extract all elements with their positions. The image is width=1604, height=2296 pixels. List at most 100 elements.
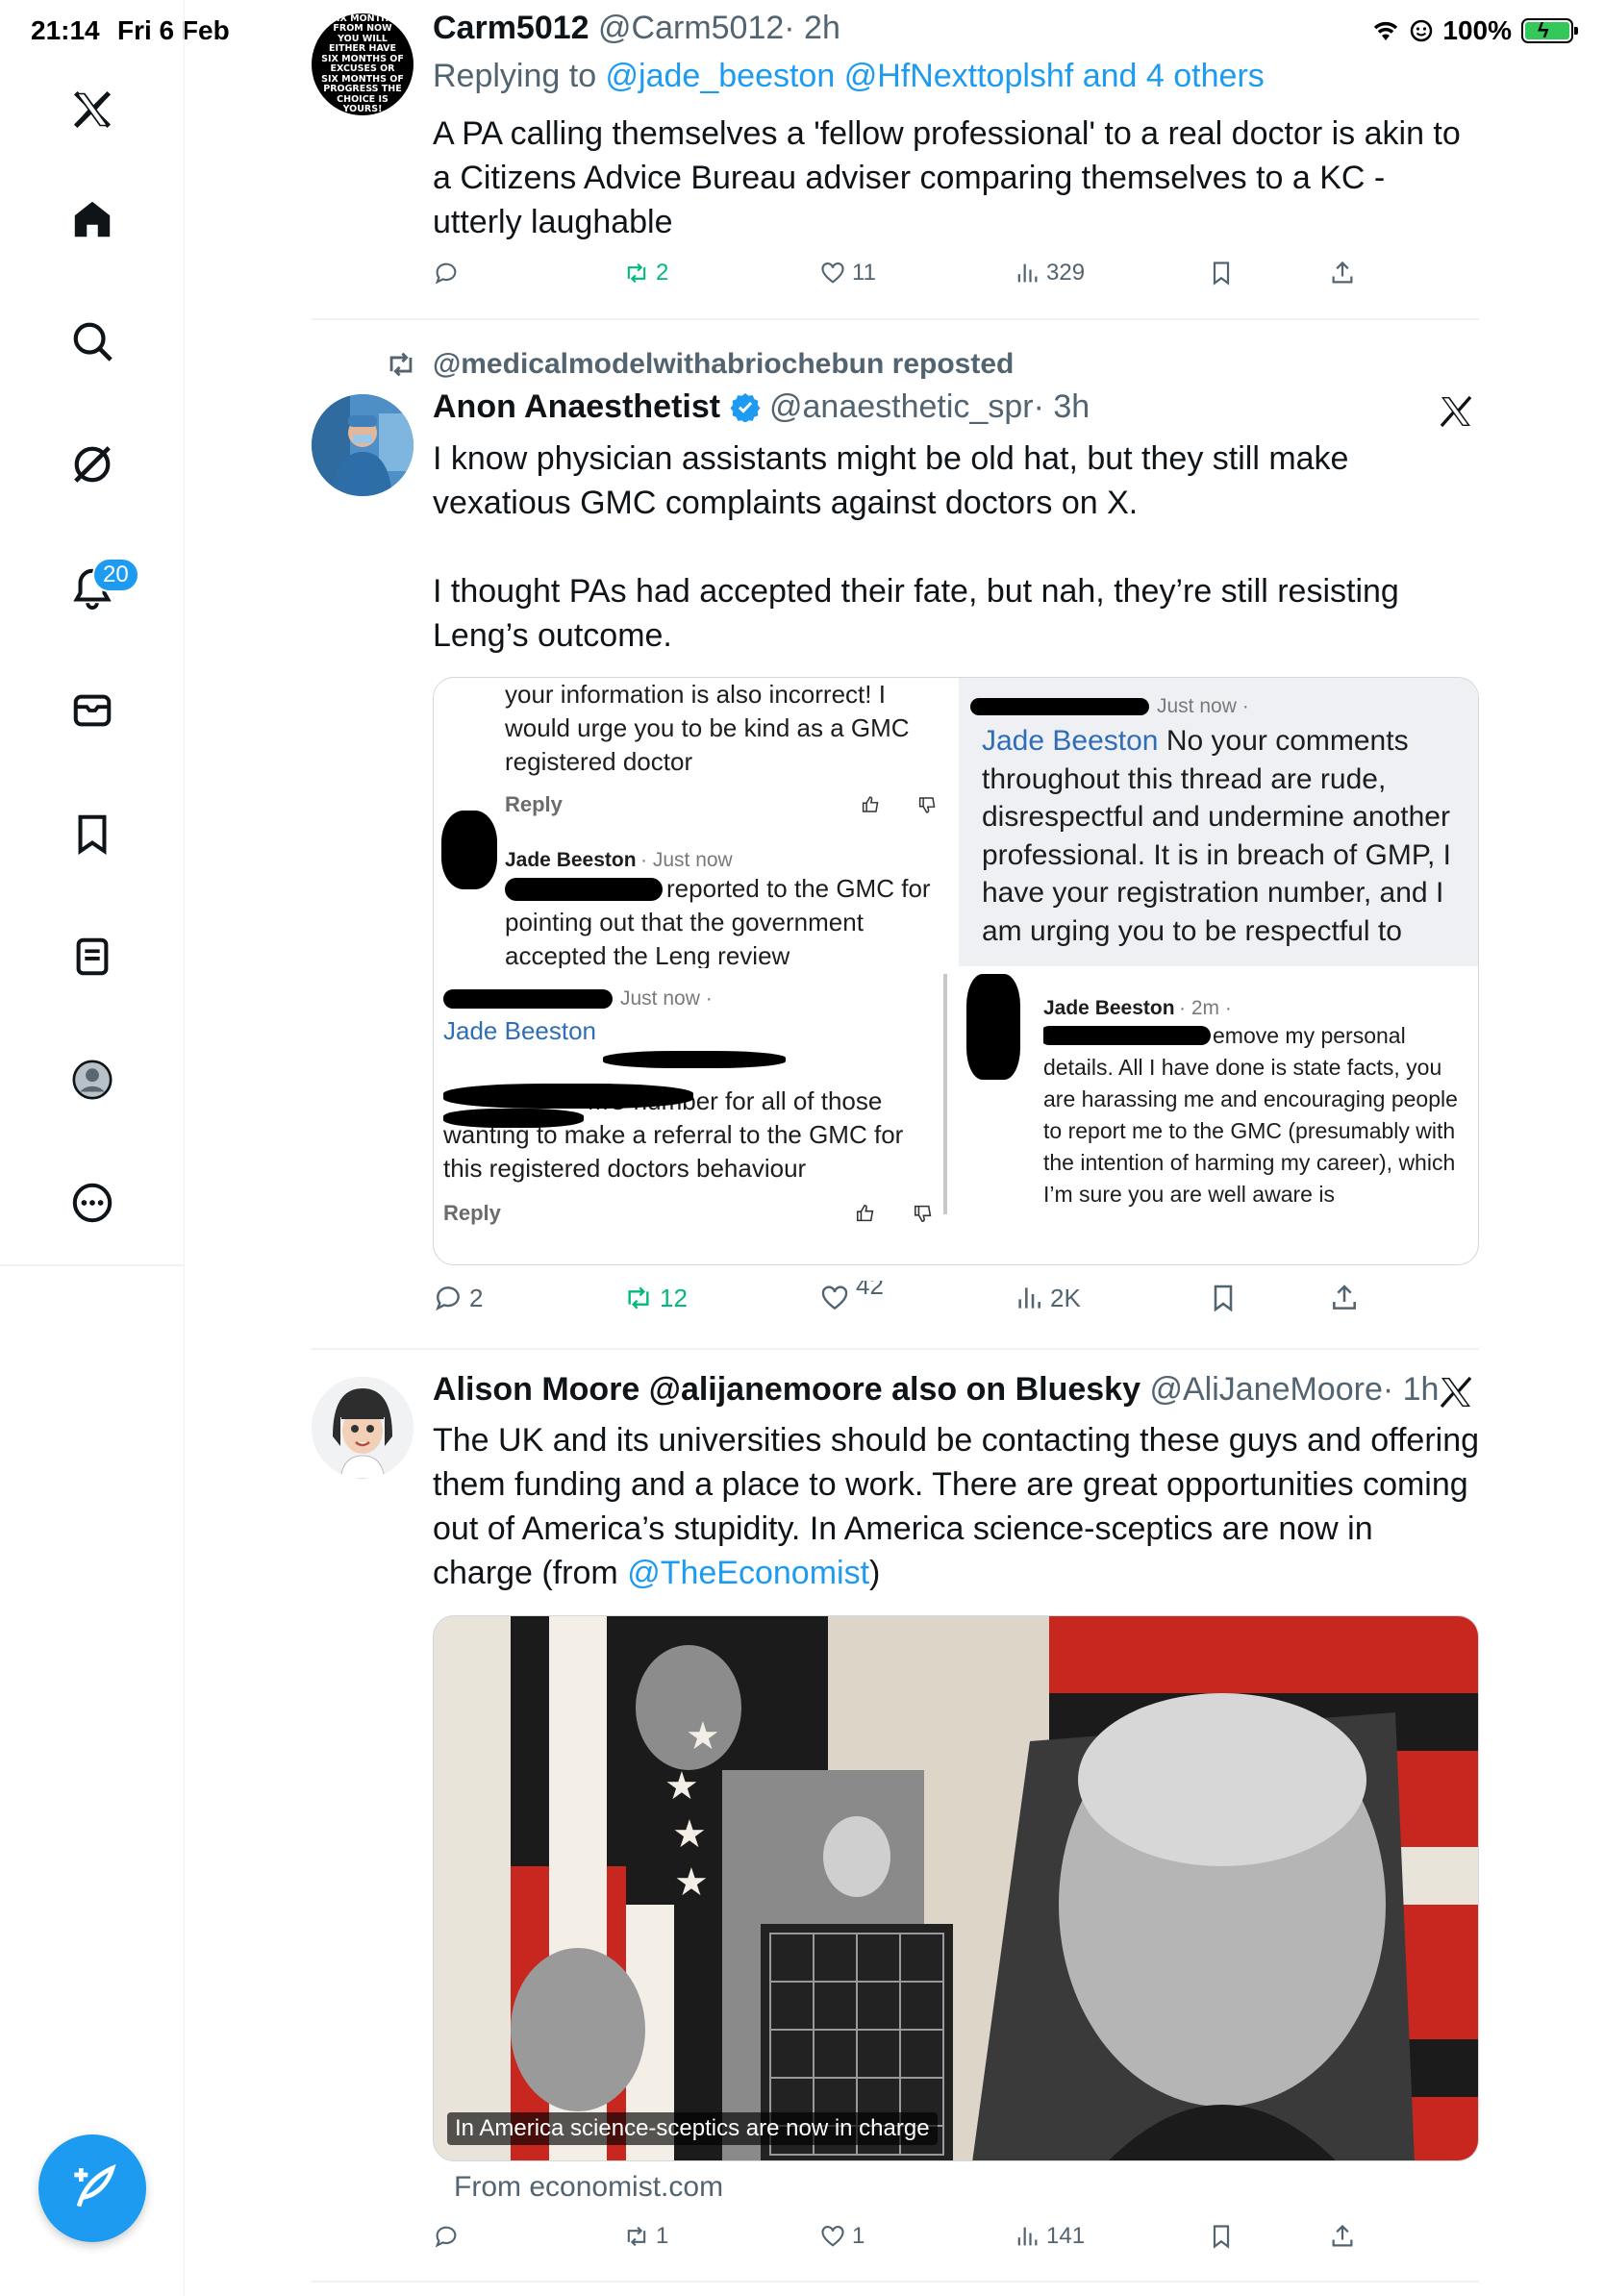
grok-icon[interactable] [62,434,123,495]
heart-icon [821,2226,844,2247]
svg-text:★: ★ [664,1764,699,1809]
reply-button[interactable] [433,2223,465,2250]
views-icon [1017,2227,1038,2246]
reply-button[interactable]: 2 [433,1283,483,1313]
tweet-text: The UK and its universities should be co… [433,1422,1480,1591]
reply-count: 2 [469,1283,484,1312]
screenshot-comment-1: your information is also incorrect! I wo… [505,678,938,819]
bookmark-icon [1213,262,1230,286]
share-button[interactable] [1329,260,1356,287]
tweet-header: Anon Anaesthetist @anaesthetic_spr· 3h [433,388,1090,426]
timestamp[interactable]: · 3h [1034,388,1090,425]
mail-icon[interactable] [62,680,123,741]
repost-label-text[interactable]: @medicalmodelwithabriochebun reposted [433,348,1014,381]
replying-to-link[interactable]: @jade_beeston @HfNexttoplshf and 4 other… [606,58,1265,94]
view-count: 329 [1046,260,1086,286]
handle[interactable]: @AliJaneMoore [1149,1371,1382,1408]
lists-icon[interactable] [62,926,123,987]
tweet-separator [312,1348,1479,1350]
timestamp[interactable]: · 1h [1383,1371,1440,1408]
search-icon[interactable] [62,311,123,372]
redaction-bar [603,1051,786,1068]
share-button[interactable] [1329,2223,1356,2250]
bookmark-button[interactable] [1208,1283,1239,1313]
redaction-scribble [441,811,497,889]
reply-icon [435,262,457,285]
comment-text: emove my personal details. All I have do… [1043,1023,1458,1207]
like-button[interactable]: 1 [819,2223,865,2250]
replying-to: Replying to @jade_beeston @HfNexttoplshf… [433,58,1265,95]
tweet-separator [312,2281,1479,2283]
display-name[interactable]: Anon Anaesthetist [433,388,720,425]
bookmark-button[interactable] [1208,2223,1235,2250]
thumbs-up-icon [856,1204,874,1222]
tweet-body: I know physician assistants might be old… [433,437,1481,658]
mention-link: Jade Beeston [982,725,1159,757]
wifi-icon [1374,21,1398,40]
more-icon[interactable] [62,1172,123,1234]
tweet-paragraph: I thought PAs had accepted their fate, b… [433,573,1399,654]
comment-body: No your comments throughout this thread … [982,725,1452,947]
like-count: 11 [852,260,876,286]
heart-icon [821,262,844,284]
reply-button[interactable] [433,260,465,287]
bookmark-icon [1214,1285,1233,1312]
like-count: 42 [856,1281,884,1296]
repost-button[interactable]: 1 [623,2223,668,2250]
avatar-alison-moore[interactable] [312,1377,414,1479]
views-button[interactable]: 329 [1014,260,1085,287]
battery-percent: 100% [1442,15,1512,45]
views-button[interactable]: 2K [1014,1283,1081,1313]
repost-count: 2 [656,260,669,286]
handle[interactable]: @Carm5012 [598,10,784,46]
tweet-actions: 2 12 42 2K [433,1281,1394,1321]
battery-icon: ϟ [1521,18,1578,43]
profile-icon[interactable] [62,1049,123,1111]
tweet-header: Carm5012 @Carm5012· 2h [433,10,840,47]
share-icon [1333,1285,1356,1310]
focus-icon [1411,19,1433,42]
repost-icon [628,1286,649,1310]
media-caption: In America science-sceptics are now in c… [447,2112,938,2145]
attached-screenshot[interactable]: your information is also incorrect! I wo… [433,677,1479,1265]
bookmark-icon[interactable] [62,803,123,864]
display-name[interactable]: Alison Moore @alijanemoore also on Blues… [433,1371,1140,1408]
tweet-body: The UK and its universities should be co… [433,1418,1481,1595]
compose-button[interactable] [38,2134,146,2242]
comment-author: Jade Beeston [505,849,637,871]
comment-author: Jade Beeston [1043,997,1175,1019]
bookmark-button[interactable] [1208,260,1235,287]
redaction-bar [443,989,613,1009]
heart-icon [821,1285,848,1310]
compose-icon [74,2163,116,2208]
x-source-icon [1437,392,1475,431]
repost-button[interactable]: 2 [623,260,668,287]
avatar-anon-anaesthetist[interactable] [312,394,414,496]
svg-text:★: ★ [674,1860,709,1905]
screenshot-comment-3: Just now · Jade Beeston No your comments… [970,695,1470,950]
handle[interactable]: @anaesthetic_spr [769,388,1034,425]
views-button[interactable]: 141 [1014,2223,1085,2250]
like-button[interactable]: 42 [819,1281,884,1313]
avatar-poster-text: SIX MONTHS FROM NOW YOU WILL EITHER HAVE… [321,13,404,114]
avatar-carm5012[interactable]: SIX MONTHS FROM NOW YOU WILL EITHER HAVE… [312,13,414,115]
like-count: 1 [852,2223,865,2249]
reply-icon [435,2226,457,2248]
views-icon [1018,1287,1040,1309]
share-button[interactable] [1329,1283,1360,1313]
x-logo-icon[interactable] [62,79,123,140]
link-card-image[interactable]: ★ ★ ★ ★ In America science-sceptics are … [433,1615,1479,2161]
redaction-scribble [966,974,1020,1080]
home-icon[interactable] [62,188,123,250]
screenshot-divider [943,974,947,1214]
timestamp[interactable]: · 2h [784,10,840,46]
tweet-header: Alison Moore @alijanemoore also on Blues… [433,1371,1439,1409]
display-name[interactable]: Carm5012 [433,10,589,46]
sidebar-divider [0,1264,185,1266]
mention-link[interactable]: @TheEconomist [627,1555,869,1591]
repost-button[interactable]: 12 [623,1283,688,1313]
thumbs-up-icon [862,796,879,812]
link-source[interactable]: From economist.com [454,2171,723,2204]
like-button[interactable]: 11 [819,260,876,287]
thumbs-down-icon [914,1205,932,1223]
